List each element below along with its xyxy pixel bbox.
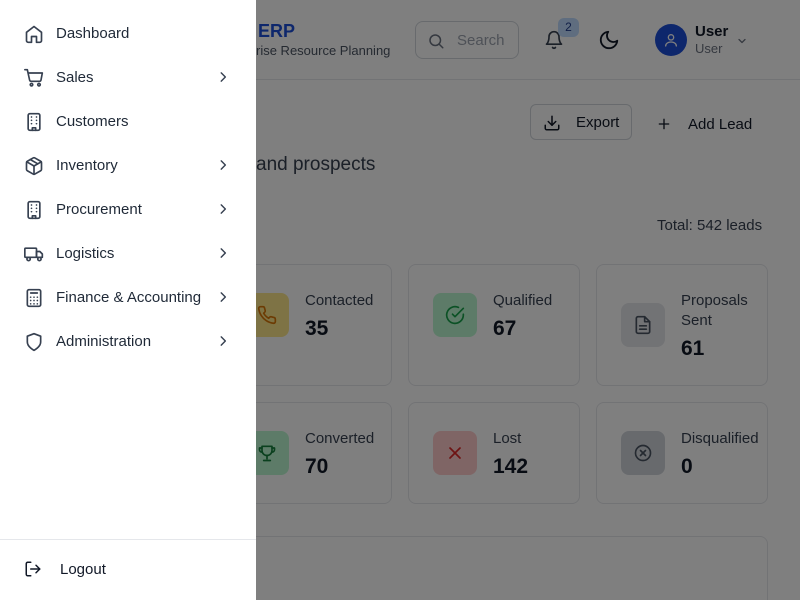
truck-icon bbox=[24, 244, 44, 269]
sidebar-item-label: Inventory bbox=[56, 157, 118, 174]
chevron-right-icon[interactable] bbox=[216, 246, 230, 265]
sidebar-item-administration[interactable]: Administration bbox=[0, 322, 256, 362]
sidebar-drawer: Dashboard Sales Customers Inventory Proc… bbox=[0, 0, 256, 600]
sidebar-item-procurement[interactable]: Procurement bbox=[0, 190, 256, 230]
sidebar-item-logistics[interactable]: Logistics bbox=[0, 234, 256, 274]
chevron-right-icon[interactable] bbox=[216, 70, 230, 89]
cart-icon bbox=[24, 68, 44, 93]
chevron-right-icon[interactable] bbox=[216, 202, 230, 221]
sidebar-item-sales[interactable]: Sales bbox=[0, 58, 256, 98]
sidebar-item-label: Sales bbox=[56, 69, 94, 86]
sidebar-item-label: Customers bbox=[56, 113, 129, 130]
sidebar-item-label: Dashboard bbox=[56, 25, 130, 42]
sidebar-item-customers[interactable]: Customers bbox=[0, 102, 256, 142]
sidebar-item-label: Procurement bbox=[56, 201, 142, 218]
sidebar-item-label: Administration bbox=[56, 333, 152, 350]
calculator-icon bbox=[24, 288, 44, 313]
chevron-right-icon[interactable] bbox=[216, 334, 230, 353]
sidebar-item-label: Finance & Accounting bbox=[56, 289, 202, 306]
home-icon bbox=[24, 24, 44, 49]
sidebar-item-inventory[interactable]: Inventory bbox=[0, 146, 256, 186]
chevron-right-icon[interactable] bbox=[216, 158, 230, 177]
sidebar-item-dashboard[interactable]: Dashboard bbox=[0, 14, 256, 54]
sidebar-item-label: Logistics bbox=[56, 245, 115, 262]
box-icon bbox=[24, 156, 44, 181]
chevron-right-icon[interactable] bbox=[216, 290, 230, 309]
logout-icon bbox=[24, 560, 42, 583]
logout-button[interactable]: Logout bbox=[0, 550, 256, 590]
sidebar-divider bbox=[0, 539, 256, 540]
shield-icon bbox=[24, 332, 44, 357]
building-icon bbox=[24, 112, 44, 137]
sidebar-item-finance-accounting[interactable]: Finance & Accounting bbox=[0, 278, 256, 318]
building-icon bbox=[24, 200, 44, 225]
logout-label: Logout bbox=[60, 561, 106, 578]
